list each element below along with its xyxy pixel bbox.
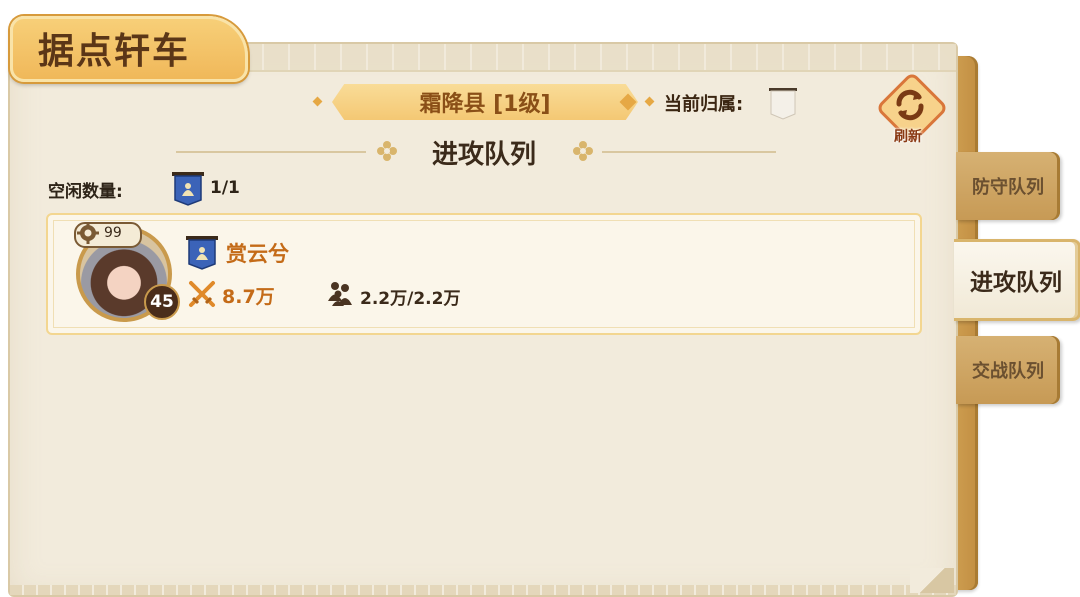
tab-label: 交战队列 [972,361,1044,382]
section-heading: 进攻队列 [431,140,536,170]
troop-card[interactable] [46,213,922,335]
combat-power: 8.7万 [222,286,275,308]
tab-attack-queue[interactable]: 进攻队列 [954,239,1080,321]
tab-battle-queue[interactable]: 交战队列 [956,336,1060,404]
gear-icon [77,222,99,244]
refresh-label: 刷新 [894,129,922,145]
banner-flag-icon [186,236,218,270]
flower-ornament-icon [377,141,397,161]
level-badge: 45 [144,284,180,320]
page-curl [910,568,954,593]
idle-count: 1/1 [210,178,240,198]
refresh-button[interactable]: 刷新 [875,71,949,148]
county-banner: 霜降县 [1级] [332,84,638,120]
tab-defense-queue[interactable]: 防守队列 [956,152,1060,220]
county-name: 霜降县 [1级] [419,92,551,117]
flower-ornament-icon [573,141,593,161]
hero-name: 赏云兮 [226,242,289,266]
troop-count: 2.2万/2.2万 [360,289,461,309]
star-count: 99 [104,225,122,241]
tab-label: 防守队列 [972,177,1044,198]
banner-flag-icon [172,172,204,206]
empty-flag-icon [769,88,797,120]
page-title: 据点轩车 [38,30,191,72]
crossed-swords-icon [189,281,215,307]
tab-label: 进攻队列 [970,270,1062,296]
refresh-icon [896,89,924,121]
heading-divider [602,151,776,153]
heading-divider [176,151,366,153]
idle-label: 空闲数量: [48,182,123,202]
owner-label: 当前归属: [664,94,744,115]
troops-icon [328,282,352,306]
